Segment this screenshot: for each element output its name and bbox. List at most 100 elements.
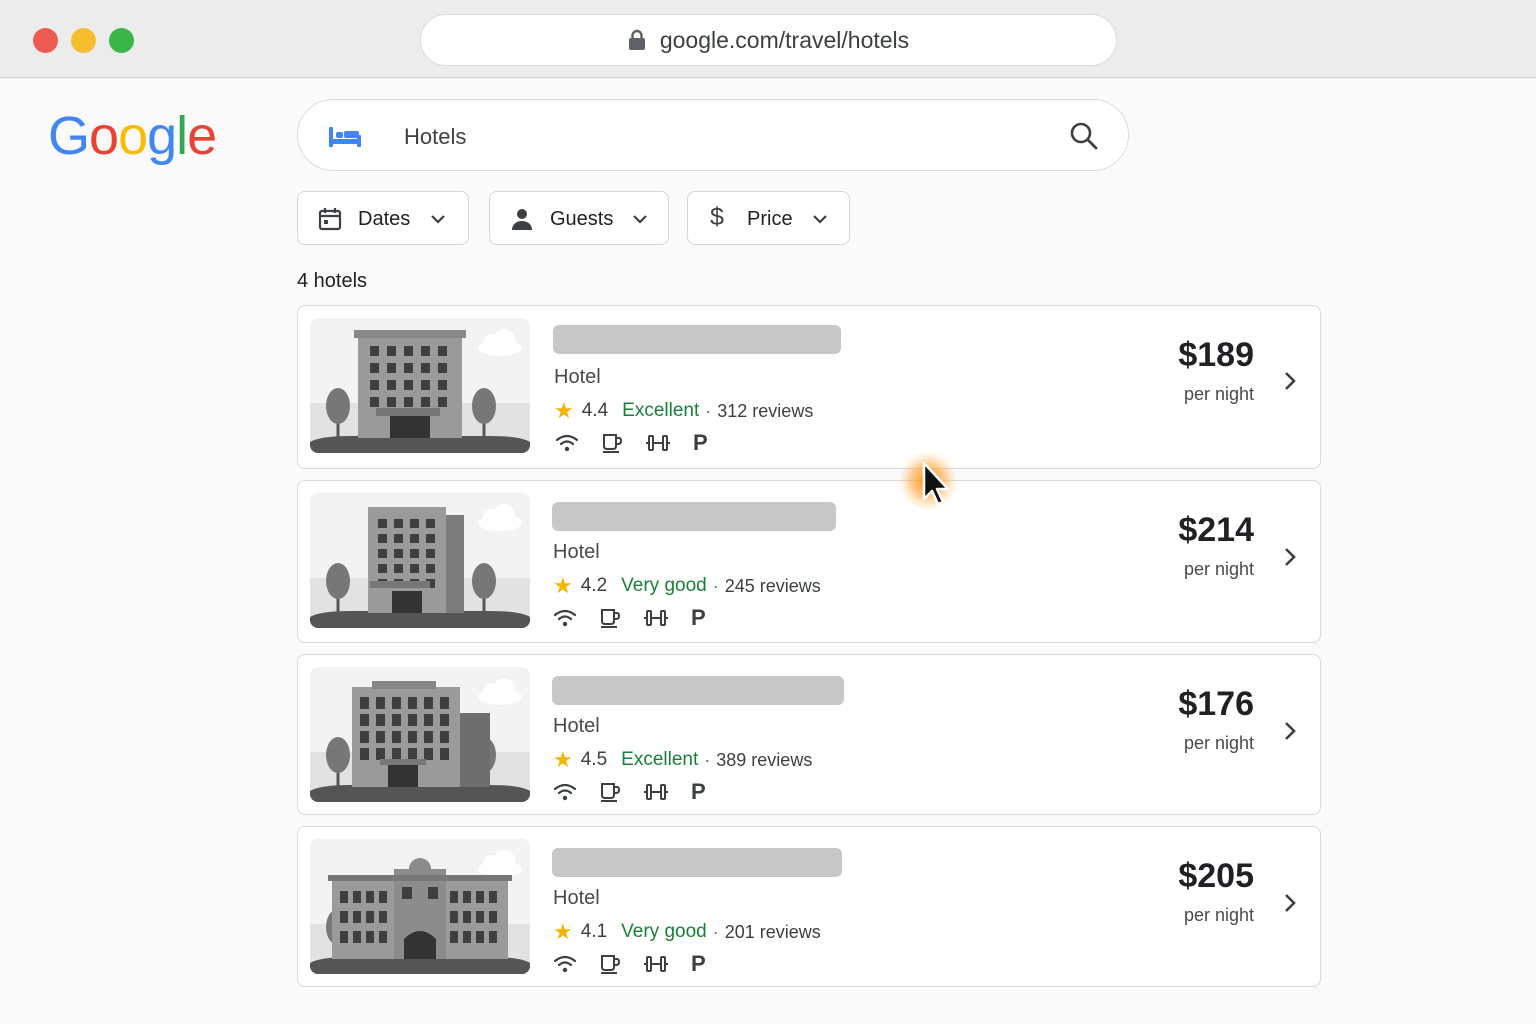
fitness-icon (644, 610, 668, 626)
hotel-price: $205 (1178, 857, 1254, 895)
hotel-price: $176 (1178, 685, 1254, 723)
amenities: P (555, 432, 708, 454)
hotel-type: Hotel (553, 541, 600, 563)
review-count[interactable]: 245 reviews (725, 576, 821, 597)
rating-label: Very good (621, 575, 707, 596)
hotel-photo[interactable] (310, 667, 530, 802)
separator: · (712, 921, 719, 942)
guests-filter-button[interactable]: Guests (489, 191, 669, 245)
hotel-rating: ★ 4.5 Excellent · 389 reviews (553, 747, 812, 773)
hotel-name-placeholder (552, 676, 844, 705)
rating-score: 4.1 (580, 921, 608, 942)
hotel-name-placeholder (552, 502, 836, 531)
hotel-price: $214 (1178, 511, 1254, 549)
hotel-photo[interactable] (310, 493, 530, 628)
calendar-icon (318, 208, 342, 231)
star-icon: ★ (553, 573, 573, 598)
wifi-icon (555, 434, 579, 452)
star-icon: ★ (553, 919, 573, 944)
address-bar[interactable]: google.com/travel/hotels (420, 14, 1117, 66)
review-count[interactable]: 389 reviews (716, 750, 812, 771)
hotel-card[interactable]: Hotel ★ 4.1 Very good · 201 reviews P $205 per n… (297, 826, 1321, 987)
coffee-icon (601, 783, 621, 802)
mouse-cursor (898, 451, 958, 511)
coffee-icon (603, 434, 623, 453)
review-count[interactable]: 201 reviews (725, 922, 821, 943)
logo-letter: o (118, 106, 148, 166)
lock-icon (628, 29, 645, 50)
results-count: 4 hotels (297, 270, 368, 292)
rating-label: Excellent (621, 749, 699, 770)
dates-filter-button[interactable]: Dates (297, 191, 469, 245)
amenities: P (553, 607, 706, 629)
rating-score: 4.5 (580, 749, 608, 770)
coffee-icon (601, 955, 621, 974)
hotel-rating: ★ 4.2 Very good · 245 reviews (553, 573, 821, 599)
close-window-button[interactable] (33, 28, 58, 53)
hotel-rating: ★ 4.4 Excellent · 312 reviews (554, 398, 813, 424)
hotel-type: Hotel (554, 366, 601, 388)
rating-label: Excellent (622, 400, 700, 421)
price-unit: per night (1183, 559, 1254, 579)
maximize-window-button[interactable] (109, 28, 134, 53)
amenities: P (553, 953, 706, 975)
hotel-card[interactable]: Hotel ★ 4.4 Excellent · 312 reviews P $189 per n… (297, 305, 1321, 469)
dollar-icon: $ (710, 203, 724, 231)
page-content: Google Hotels Dates Guests $ Price 4 hot… (0, 79, 1536, 1024)
separator: · (704, 749, 711, 770)
hotel-rating: ★ 4.1 Very good · 201 reviews (553, 919, 821, 945)
price-filter-label: Price (747, 208, 793, 230)
separator: · (712, 575, 719, 596)
hotel-price: $189 (1178, 336, 1254, 374)
chevron-down-icon (633, 215, 647, 224)
search-input[interactable]: Hotels (404, 124, 466, 150)
parking-icon: P (693, 430, 708, 455)
logo-letter: o (89, 106, 119, 166)
search-box[interactable]: Hotels (297, 99, 1129, 171)
parking-icon: P (691, 951, 706, 976)
review-count[interactable]: 312 reviews (717, 401, 813, 422)
wifi-icon (553, 955, 577, 973)
price-filter-button[interactable]: $ Price (687, 191, 850, 245)
star-icon: ★ (553, 747, 573, 772)
dates-filter-label: Dates (358, 208, 411, 230)
star-icon: ★ (554, 398, 574, 423)
logo-letter: G (48, 106, 90, 166)
chevron-right-icon[interactable] (1282, 891, 1298, 915)
chevron-down-icon (813, 215, 827, 224)
person-icon (512, 209, 532, 230)
logo-letter: g (147, 106, 177, 166)
hotel-photo[interactable] (310, 318, 530, 453)
separator: · (705, 400, 712, 421)
parking-icon: P (691, 605, 706, 630)
google-logo[interactable]: Google (48, 106, 217, 166)
address-text: google.com/travel/hotels (659, 26, 910, 53)
logo-letter: l (176, 106, 188, 166)
bed-icon (329, 127, 361, 147)
amenities: P (553, 781, 706, 803)
hotel-card[interactable]: Hotel ★ 4.2 Very good · 245 reviews P $214 per n… (297, 480, 1321, 643)
price-unit: per night (1183, 733, 1254, 753)
chevron-right-icon[interactable] (1282, 719, 1298, 743)
hotel-card[interactable]: Hotel ★ 4.5 Excellent · 389 reviews P $176 per n… (297, 654, 1321, 815)
search-icon[interactable] (1068, 120, 1100, 152)
parking-icon: P (691, 779, 706, 804)
price-unit: per night (1183, 384, 1254, 404)
logo-letter: e (187, 106, 217, 166)
minimize-window-button[interactable] (71, 28, 96, 53)
wifi-icon (553, 609, 577, 627)
rating-score: 4.4 (581, 400, 609, 421)
fitness-icon (644, 784, 668, 800)
rating-score: 4.2 (580, 575, 608, 596)
coffee-icon (601, 609, 621, 628)
hotel-photo[interactable] (310, 839, 530, 974)
chevron-right-icon[interactable] (1282, 369, 1298, 393)
chevron-down-icon (431, 215, 445, 224)
chevron-right-icon[interactable] (1282, 545, 1298, 569)
hotel-name-placeholder (552, 848, 842, 877)
hotel-type: Hotel (553, 715, 600, 737)
guests-filter-label: Guests (550, 208, 614, 230)
hotel-type: Hotel (553, 887, 600, 909)
wifi-icon (553, 783, 577, 801)
fitness-icon (646, 435, 670, 451)
